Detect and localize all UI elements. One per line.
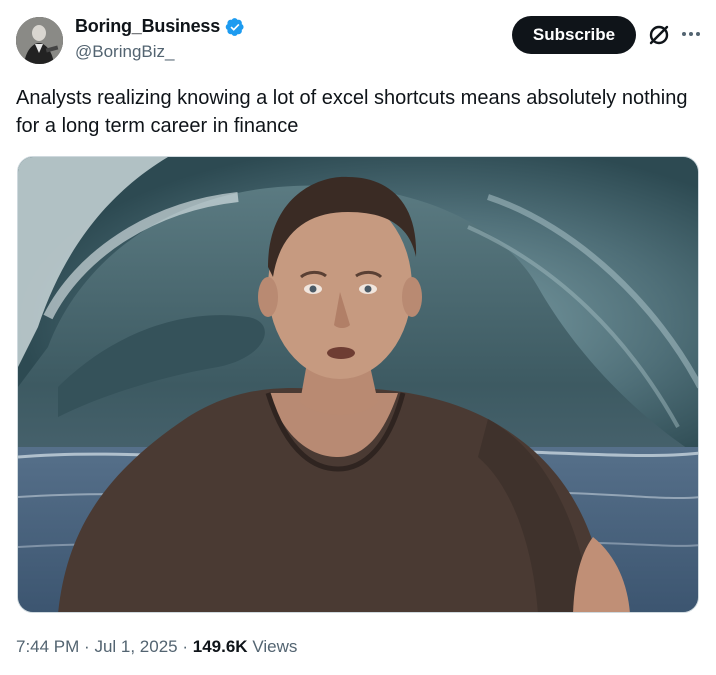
author-name-row: Boring_Business [75,16,245,37]
more-options-icon[interactable] [680,22,702,46]
meme-image [18,157,698,612]
tweet-text: Analysts realizing knowing a lot of exce… [16,87,688,137]
grok-icon[interactable] [646,22,672,48]
tweet-media-image[interactable] [17,156,699,613]
author-handle[interactable]: @BoringBiz_ [75,42,174,62]
meta-separator: · [84,637,95,656]
tweet-time[interactable]: 7:44 PM [16,637,79,656]
avatar[interactable] [16,17,63,64]
avatar-image [16,17,63,64]
author-display-name[interactable]: Boring_Business [75,16,220,37]
verified-badge-icon[interactable] [225,17,245,37]
tweet-date[interactable]: Jul 1, 2025 [94,637,177,656]
meta-separator: · [182,637,193,656]
tweet-meta: 7:44 PM · Jul 1, 2025 · 149.6K Views [16,637,297,657]
views-count: 149.6K [192,637,248,656]
views-label: Views [252,637,298,656]
subscribe-button[interactable]: Subscribe [512,16,636,54]
